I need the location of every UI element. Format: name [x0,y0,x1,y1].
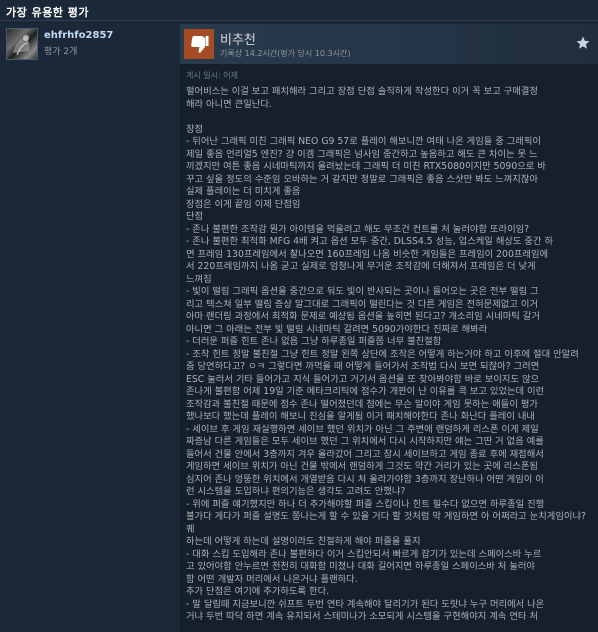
review-line: ESC 눌러서 기타 들어가고 지식 들어가고 거기서 옵션을 또 찾아봐야함 … [186,373,540,385]
award-icon[interactable] [576,36,590,50]
review-line: - 존나 불편한 조작감 뭔가 아이템을 먹을려고 해도 무조건 컨트롤 처 눌… [186,223,530,235]
posted-date: 게시 일시: 어제 [186,71,238,80]
review-line: 불가다 게다가 퍼즐 설명도 쫑나는게 할 수 있을 거다 할 것처럼 막 게임… [186,511,589,535]
review-line: 줌 당연하다고? ㅇㅋ 그렇다면 까먹을 때 어떻게 들어가서 조작법 다시 보… [186,361,540,372]
review-line: 했나보다 했는데 플레이 해보니 진심을 알게됨 이거 패치해야한다 존나 화난… [186,411,535,422]
avatar[interactable] [6,28,38,60]
review-line: 느껴짐 [186,273,212,285]
review-line: 짜증남 다른 게임들은 모두 세이브 했던 그 위치에서 다시 시작하지만 얘는… [186,436,544,447]
review-header[interactable]: 비추천 기록상 14.2시간(평가 당시 10.3시간) [180,24,598,64]
section-title: 가장 유용한 평가 [6,6,89,19]
review-line: 장점 [186,123,204,135]
review-line [186,111,592,124]
review-line: 심지어 존나 엉뚱한 위치에서 개열받음 다시 처 올라가야함 3층까지 장난하… [186,473,544,485]
review-line: 서 220프레임까지 나옴 굳고 실제로 엄청나게 무거운 조작감에 더해져서 … [186,261,536,272]
review-line: 리고 텍스쳐 일부 떨림 증상 말그대로 그래픽이 떨린다는 것 다른 게임은 … [186,298,538,310]
review-line: - 뒤어난 그래픽 미친 그래픽 NEO G9 57로 플레이 해보니깐 여태 … [186,136,541,147]
divider [0,20,598,21]
review-line: 펄어비스는 이걸 보고 패치해라 그리고 장점 단점 솔직하게 작성한다 이거 … [186,86,538,97]
review-verdict: 비추천 [220,33,256,48]
review-line: 추가 단점은 여기에 추가하도록 한다. [186,586,330,597]
review-line: 하는데 어떻게 하는데 설명이라도 친절하게 해야 퍼즐을 풀지 [186,536,421,547]
review-line: 꾸고 싶을 정도의 수준임 오바하는 거 같지만 정말로 그래픽은 좋음 스샷만… [186,173,538,185]
review-line: - 세이브 후 게임 재실행하면 세이브 했던 위치가 아닌 그 주변에 랜덤하… [186,423,539,435]
review-author[interactable]: ehfrhfo2857 평가 2개 [6,28,176,62]
review-line: 존나게 불편함 어제 19일 기준 메타크리틱에 점수가 개판이 난 이유를 콕… [186,386,545,397]
review-card: 비추천 기록상 14.2시간(평가 당시 10.3시간) 게시 일시: 어제 펄… [180,24,598,632]
review-line: - 더러운 퍼즐 힌트 존나 없음 그냥 하루종일 퍼즐쯤 너무 불친절함 [186,336,442,347]
review-line: 고 있어야함 안누르면 천천히 대화함 미쳤냐 대화 길어지면 하루종일 스페이… [186,561,535,572]
review-line: 들어서 건물 안에서 3층까지 겨우 올라갔어 그리고 잠시 세이브하고 게임 … [186,448,544,460]
review-line: 해라 아니면 큰일난다. [186,98,272,110]
review-line: 실제 플레이는 더 미치게 좋음 [186,186,301,197]
review-line: 장점은 이게 끝임 이제 단점임 [186,198,301,210]
review-line: 제일 좋음 언리얼5 엔진? 걍 이겜 그래픽은 넘사임 중간하고 높음하고 해… [186,148,538,160]
author-name[interactable]: ehfrhfo2857 [44,30,113,41]
review-line: 면 프레임 130프레임에서 찰나오면 160프레임 나옴 비슷한 게임들은 프… [186,248,549,260]
review-line: - 빛이 떨림 그래픽 옵션을 중간으로 둬도 빛이 반사되는 곳이나 들어오는… [186,286,539,297]
avatar-image [13,35,30,56]
review-line: 끼겠지만 여튼 좋음 시네마틱까지 올려놨는데 그래픽 더 미친 RTX5080… [186,161,546,172]
review-line: 게임하면 세이브 위치가 아닌 건물 밖에서 랜덤하게 그것도 약간 거리가 있… [186,461,538,472]
review-body: 펄어비스는 이걸 보고 패치해라 그리고 장점 단점 솔직하게 작성한다 이거 … [186,86,592,632]
author-review-count[interactable]: 평가 2개 [44,44,77,57]
review-line: - 존나 불편한 최적화 MFG 4배 켜고 옵션 모두 중간, DLSS4.5… [186,236,554,247]
review-line: - 말 달림때 지금보니깐 쉬프트 두번 연타 계속해야 달리기가 된다 도랏냐… [186,598,545,610]
review-line: 조작감과 불친절 때문에 점수 존나 떨어졌던데 첨에는 무슨 말이야 게임 못… [186,398,538,410]
review-line: 함 어떤 개발자 머리에서 나온거냐 플랜하다. [186,573,358,585]
review-line: 런 시스템을 도입하냐 편의기능은 생각도 고려도 안했냐? [186,486,406,497]
review-line: 단점 [186,211,204,222]
playtime: 기록상 14.2시간(평가 당시 10.3시간) [220,49,351,58]
review-line: 아마 랜더링 과정에서 최적화 문제로 예상됨 옵션을 높히면 된다고? 개소리… [186,311,540,322]
review-line: 아니면 그 아래는 전부 빛 떨림 시네마틱 갈려면 5090가야한다 진짜로 … [186,323,488,335]
review-line: - 위에 퍼즐 얘기했지만 하나 더 추가해야할 퍼즐 스킵이나 힌트 필수다 … [186,498,545,510]
review-line: - 조작 힌트 정말 불친절 그냥 힌트 정말 왼쪽 상단에 조작은 어떻게 하… [186,348,579,360]
review-line: - 대화 스킵 도입해라 존나 불편하다 이거 스킵안되서 빠르게 잡기가 있는… [186,548,542,560]
thumbs-down-icon [184,29,214,59]
review-line: 거냐 두번 따닥 하면 계속 유지되서 스테미나가 소모되게 시스템을 구현해야… [186,611,538,622]
